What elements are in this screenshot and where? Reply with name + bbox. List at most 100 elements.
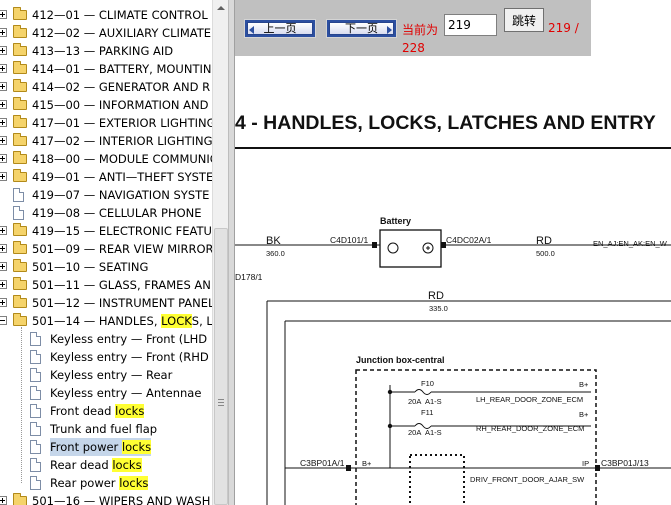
- expand-toggle-icon[interactable]: [0, 226, 7, 235]
- tree-child-item[interactable]: Front power locks: [0, 438, 212, 456]
- tree-item-label: 501—16 — WIPERS AND WASH: [32, 494, 211, 505]
- expand-toggle-icon[interactable]: [0, 154, 7, 163]
- tree-item[interactable]: 415—00 — INFORMATION AND: [0, 96, 212, 114]
- tree-item[interactable]: 501—09 — REAR VIEW MIRROR: [0, 240, 212, 258]
- tree-item[interactable]: 414—02 — GENERATOR AND R: [0, 78, 212, 96]
- tree-item-label: 419—15 — ELECTRONIC FEATU: [32, 224, 212, 238]
- scrollbar-thumb[interactable]: [214, 228, 228, 505]
- jump-button[interactable]: 跳转: [504, 8, 544, 32]
- scroll-up-arrow-icon[interactable]: [213, 0, 229, 16]
- document-icon: [30, 422, 41, 436]
- navigation-tree[interactable]: 412—01 — CLIMATE CONTROL 412—02 — AUXILIA…: [0, 0, 212, 505]
- expand-toggle-icon[interactable]: [0, 496, 7, 505]
- connector-d178: D178/1: [235, 272, 263, 282]
- tree-child-item[interactable]: Front dead locks: [0, 402, 212, 420]
- tree-item[interactable]: 419—08 — CELLULAR PHONE: [0, 204, 212, 222]
- wire-rd-top-label: RD: [536, 235, 552, 247]
- document-icon: [13, 206, 24, 220]
- tree-item-label: 414—02 — GENERATOR AND R: [32, 80, 211, 94]
- fuse-f11-net: RH_REAR_DOOR_ZONE_ECM: [476, 424, 584, 433]
- tree-child-item[interactable]: Rear dead locks: [0, 456, 212, 474]
- tree-item-label: 501—10 — SEATING: [32, 260, 149, 274]
- expand-toggle-icon[interactable]: [0, 136, 7, 145]
- expand-toggle-icon[interactable]: [0, 28, 7, 37]
- page-number-input[interactable]: [444, 14, 497, 36]
- document-icon: [30, 332, 41, 346]
- prev-page-button[interactable]: 上一页: [244, 19, 316, 38]
- battery-label: Battery: [380, 216, 411, 226]
- arrow-left-icon: [249, 26, 254, 34]
- tree-item[interactable]: 501—10 — SEATING: [0, 258, 212, 276]
- tree-item-label: 419—01 — ANTI—THEFT SYSTE: [32, 170, 212, 184]
- tree-scrollbar[interactable]: [212, 0, 229, 505]
- tree-child-item[interactable]: Keyless entry — Antennae: [0, 384, 212, 402]
- tree-item-label: 415—00 — INFORMATION AND: [32, 98, 209, 112]
- tree-item[interactable]: 417—02 — INTERIOR LIGHTING: [0, 132, 212, 150]
- tree-item-label: Front power locks: [50, 438, 152, 456]
- document-icon: [30, 368, 41, 382]
- title-divider: [235, 147, 671, 149]
- tree-item-label: Keyless entry — Rear: [50, 368, 173, 382]
- document-icon: [30, 440, 41, 454]
- expand-toggle-icon[interactable]: [0, 262, 7, 271]
- fuse-f10-rating: 20A: [408, 397, 421, 406]
- folder-icon: [13, 133, 27, 146]
- tree-child-item[interactable]: Keyless entry — Front (RHD: [0, 348, 212, 366]
- connector-c3bp01a-pin: [346, 465, 351, 471]
- tree-item[interactable]: 419—15 — ELECTRONIC FEATU: [0, 222, 212, 240]
- tree-item[interactable]: 413—13 — PARKING AID: [0, 42, 212, 60]
- tree-item-label: 418—00 — MODULE COMMUNIC: [32, 152, 212, 166]
- expand-toggle-icon[interactable]: [0, 100, 7, 109]
- tree-item-label: Keyless entry — Front (RHD: [50, 350, 209, 364]
- expand-toggle-icon[interactable]: [0, 64, 7, 73]
- net-driv-label: DRIV_FRONT_DOOR_AJAR_SW: [470, 475, 585, 484]
- folder-icon: [13, 295, 27, 308]
- expand-toggle-icon[interactable]: [0, 172, 7, 181]
- expand-toggle-icon[interactable]: [0, 118, 7, 127]
- collapse-toggle-icon[interactable]: [0, 316, 7, 325]
- document-icon: [30, 458, 41, 472]
- expand-toggle-icon[interactable]: [0, 244, 7, 253]
- wiring-diagram: BK 360.0 C4D101/1 Battery C4DC02A/1 RD 5…: [235, 216, 671, 505]
- tree-item-label: Keyless entry — Antennae: [50, 386, 202, 400]
- tree-child-item[interactable]: Keyless entry — Front (LHD: [0, 330, 212, 348]
- tree-item[interactable]: 414—01 — BATTERY, MOUNTING: [0, 60, 212, 78]
- tree-item[interactable]: 419—01 — ANTI—THEFT SYSTE: [0, 168, 212, 186]
- bplus-1: B+: [579, 380, 589, 389]
- pane-splitter[interactable]: [228, 0, 235, 505]
- expand-toggle-icon[interactable]: [0, 46, 7, 55]
- tree-item[interactable]: 501—16 — WIPERS AND WASH: [0, 492, 212, 505]
- tree-item[interactable]: 418—00 — MODULE COMMUNIC: [0, 150, 212, 168]
- tree-item[interactable]: 501—12 — INSTRUMENT PANEL: [0, 294, 212, 312]
- tree-child-item[interactable]: Keyless entry — Rear: [0, 366, 212, 384]
- document-pane: 上一页 下一页 当前为 跳转 219 / 228 4 - HANDLES, LO…: [235, 0, 671, 505]
- tree-item[interactable]: 501—11 — GLASS, FRAMES AN: [0, 276, 212, 294]
- tree-item-label: Keyless entry — Front (LHD: [50, 332, 208, 346]
- expand-toggle-icon[interactable]: [0, 10, 7, 19]
- tree-item-label: 413—13 — PARKING AID: [32, 44, 174, 58]
- tree-item[interactable]: 412—01 — CLIMATE CONTROL: [0, 6, 212, 24]
- folder-icon: [13, 79, 27, 92]
- page-toolbar: 上一页 下一页 当前为 跳转 219 / 228: [235, 0, 591, 56]
- document-icon: [30, 476, 41, 490]
- document-icon: [30, 404, 41, 418]
- tree-item-label: 501—14 — HANDLES, LOCKS, L: [32, 314, 212, 328]
- tree-item[interactable]: 501—14 — HANDLES, LOCKS, L: [0, 312, 212, 330]
- expand-toggle-icon[interactable]: [0, 298, 7, 307]
- tree-item[interactable]: 417—01 — EXTERIOR LIGHTING: [0, 114, 212, 132]
- tree-child-item[interactable]: Trunk and fuel flap: [0, 420, 212, 438]
- tree-item[interactable]: 419—07 — NAVIGATION SYSTE: [0, 186, 212, 204]
- tree-item[interactable]: 412—02 — AUXILIARY CLIMATE: [0, 24, 212, 42]
- tree-child-item[interactable]: Rear power locks: [0, 474, 212, 492]
- expand-toggle-icon[interactable]: [0, 280, 7, 289]
- connector-c4d101-pin: [372, 242, 377, 248]
- next-page-button[interactable]: 下一页: [326, 19, 397, 38]
- tree-item-label: 414—01 — BATTERY, MOUNTING: [32, 62, 212, 76]
- junction-box-label: Junction box-central: [356, 355, 445, 365]
- folder-icon: [13, 313, 27, 326]
- expand-toggle-icon[interactable]: [0, 82, 7, 91]
- folder-icon: [13, 151, 27, 164]
- prev-page-label: 上一页: [263, 22, 297, 35]
- folder-icon: [13, 223, 27, 236]
- bplus-3: B+: [362, 459, 372, 468]
